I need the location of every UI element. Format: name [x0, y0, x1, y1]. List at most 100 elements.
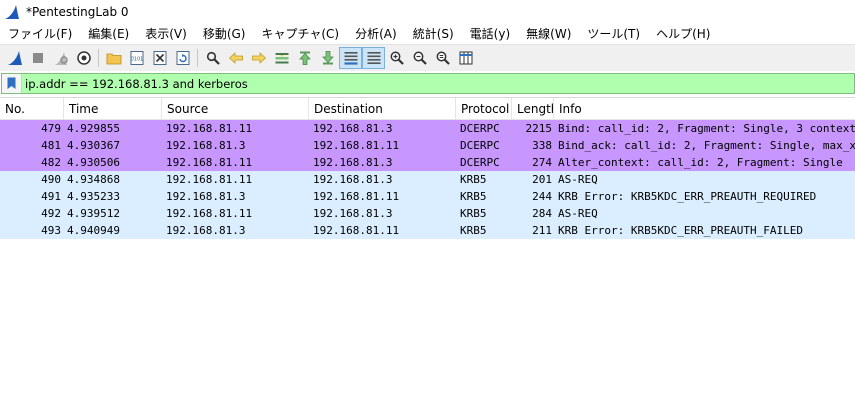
packet-destination: 192.168.81.3	[313, 173, 393, 186]
column-header-destination[interactable]: Destination	[309, 98, 456, 120]
packet-no: 479	[41, 122, 61, 135]
svg-text:0101: 0101	[130, 57, 143, 63]
packet-time: 4.935233	[67, 190, 120, 203]
wireshark-logo-icon	[4, 4, 20, 20]
packet-protocol: DCERPC	[460, 122, 500, 135]
packet-no: 493	[41, 224, 61, 237]
packet-time: 4.930506	[67, 156, 120, 169]
display-filter-text: ip.addr == 192.168.81.3 and kerberos	[25, 76, 248, 91]
menu-file[interactable]: ファイル(F)	[0, 24, 80, 44]
packet-row[interactable]: 479 4.929855 192.168.81.11 192.168.81.3 …	[0, 120, 855, 137]
packet-length: 2215	[525, 122, 553, 135]
packet-row[interactable]: 490 4.934868 192.168.81.11 192.168.81.3 …	[0, 171, 855, 188]
packet-length: 274	[532, 156, 552, 169]
packet-protocol: KRB5	[460, 190, 487, 203]
column-header-info[interactable]: Info	[554, 98, 855, 120]
packet-length: 201	[532, 173, 552, 186]
menu-go[interactable]: 移動(G)	[195, 24, 254, 44]
packet-row[interactable]: 482 4.930506 192.168.81.11 192.168.81.3 …	[0, 154, 855, 171]
resize-columns-icon[interactable]	[454, 47, 477, 69]
packet-source: 192.168.81.11	[166, 122, 253, 135]
packet-row[interactable]: 492 4.939512 192.168.81.11 192.168.81.3 …	[0, 205, 855, 222]
packet-destination: 192.168.81.3	[313, 156, 393, 169]
go-forward-icon[interactable]	[247, 47, 270, 69]
open-file-icon[interactable]	[102, 47, 125, 69]
zoom-in-icon[interactable]	[385, 47, 408, 69]
packet-info: Bind_ack: call_id: 2, Fragment: Single, …	[558, 139, 855, 152]
packet-destination: 192.168.81.11	[313, 224, 400, 237]
packet-no: 482	[41, 156, 61, 169]
display-filter-bar: ip.addr == 192.168.81.3 and kerberos	[0, 71, 855, 96]
packet-source: 192.168.81.11	[166, 156, 253, 169]
go-to-packet-icon[interactable]	[270, 47, 293, 69]
packet-time: 4.934868	[67, 173, 120, 186]
packet-source: 192.168.81.11	[166, 173, 253, 186]
reload-file-icon[interactable]	[171, 47, 194, 69]
zoom-out-icon[interactable]	[408, 47, 431, 69]
menu-help[interactable]: ヘルプ(H)	[648, 24, 718, 44]
packet-info: AS-REQ	[558, 207, 598, 220]
packet-row[interactable]: 481 4.930367 192.168.81.3 192.168.81.11 …	[0, 137, 855, 154]
packet-no: 492	[41, 207, 61, 220]
packet-length: 244	[532, 190, 552, 203]
save-file-icon[interactable]: 0101	[125, 47, 148, 69]
packet-info: KRB Error: KRB5KDC_ERR_PREAUTH_REQUIRED	[558, 190, 817, 203]
toolbar-separator	[197, 49, 198, 67]
packet-list-header: No. Time Source Destination Protocol Len…	[0, 98, 855, 120]
packet-destination: 192.168.81.11	[313, 139, 400, 152]
capture-options-icon[interactable]	[72, 47, 95, 69]
normal-size-icon[interactable]	[431, 47, 454, 69]
packet-info: Alter_context: call_id: 2, Fragment: Sin…	[558, 156, 843, 169]
packet-time: 4.939512	[67, 207, 120, 220]
packet-protocol: DCERPC	[460, 156, 500, 169]
packet-protocol: KRB5	[460, 207, 487, 220]
menu-edit[interactable]: 編集(E)	[80, 24, 137, 44]
display-filter-input[interactable]: ip.addr == 192.168.81.3 and kerberos	[1, 73, 855, 94]
title-bar: *PentestingLab 0	[0, 0, 855, 24]
go-first-packet-icon[interactable]	[293, 47, 316, 69]
restart-capture-icon[interactable]	[49, 47, 72, 69]
colorize-icon[interactable]	[362, 47, 385, 69]
column-header-protocol[interactable]: Protocol	[456, 98, 512, 120]
go-back-icon[interactable]	[224, 47, 247, 69]
stop-capture-icon[interactable]	[26, 47, 49, 69]
packet-source: 192.168.81.3	[166, 224, 246, 237]
menu-analyze[interactable]: 分析(A)	[347, 24, 405, 44]
packet-row[interactable]: 491 4.935233 192.168.81.3 192.168.81.11 …	[0, 188, 855, 205]
go-last-packet-icon[interactable]	[316, 47, 339, 69]
packet-length: 338	[532, 139, 552, 152]
packet-row[interactable]: 493 4.940949 192.168.81.3 192.168.81.11 …	[0, 222, 855, 239]
window-title: *PentestingLab 0	[26, 5, 129, 19]
packet-source: 192.168.81.11	[166, 207, 253, 220]
menu-tools[interactable]: ツール(T)	[579, 24, 648, 44]
packet-destination: 192.168.81.3	[313, 122, 393, 135]
packet-length: 211	[532, 224, 552, 237]
packet-destination: 192.168.81.3	[313, 207, 393, 220]
packet-no: 491	[41, 190, 61, 203]
packet-protocol: DCERPC	[460, 139, 500, 152]
bookmark-icon[interactable]	[2, 74, 22, 93]
packet-source: 192.168.81.3	[166, 139, 246, 152]
menu-view[interactable]: 表示(V)	[137, 24, 195, 44]
packet-protocol: KRB5	[460, 173, 487, 186]
menu-statistics[interactable]: 統計(S)	[405, 24, 462, 44]
packet-time: 4.929855	[67, 122, 120, 135]
close-file-icon[interactable]	[148, 47, 171, 69]
packet-time: 4.940949	[67, 224, 120, 237]
column-header-source[interactable]: Source	[162, 98, 309, 120]
column-header-no[interactable]: No.	[0, 98, 64, 120]
column-header-time[interactable]: Time	[64, 98, 162, 120]
packet-no: 481	[41, 139, 61, 152]
auto-scroll-icon[interactable]	[339, 47, 362, 69]
shark-fin-start-icon[interactable]	[3, 47, 26, 69]
column-header-length[interactable]: Length	[512, 98, 554, 120]
packet-no: 490	[41, 173, 61, 186]
menu-capture[interactable]: キャプチャ(C)	[253, 24, 347, 44]
packet-protocol: KRB5	[460, 224, 487, 237]
find-packet-icon[interactable]	[201, 47, 224, 69]
menu-telephony[interactable]: 電話(y)	[462, 24, 518, 44]
packet-destination: 192.168.81.11	[313, 190, 400, 203]
packet-time: 4.930367	[67, 139, 120, 152]
packet-list: No. Time Source Destination Protocol Len…	[0, 97, 855, 401]
menu-wireless[interactable]: 無線(W)	[518, 24, 579, 44]
